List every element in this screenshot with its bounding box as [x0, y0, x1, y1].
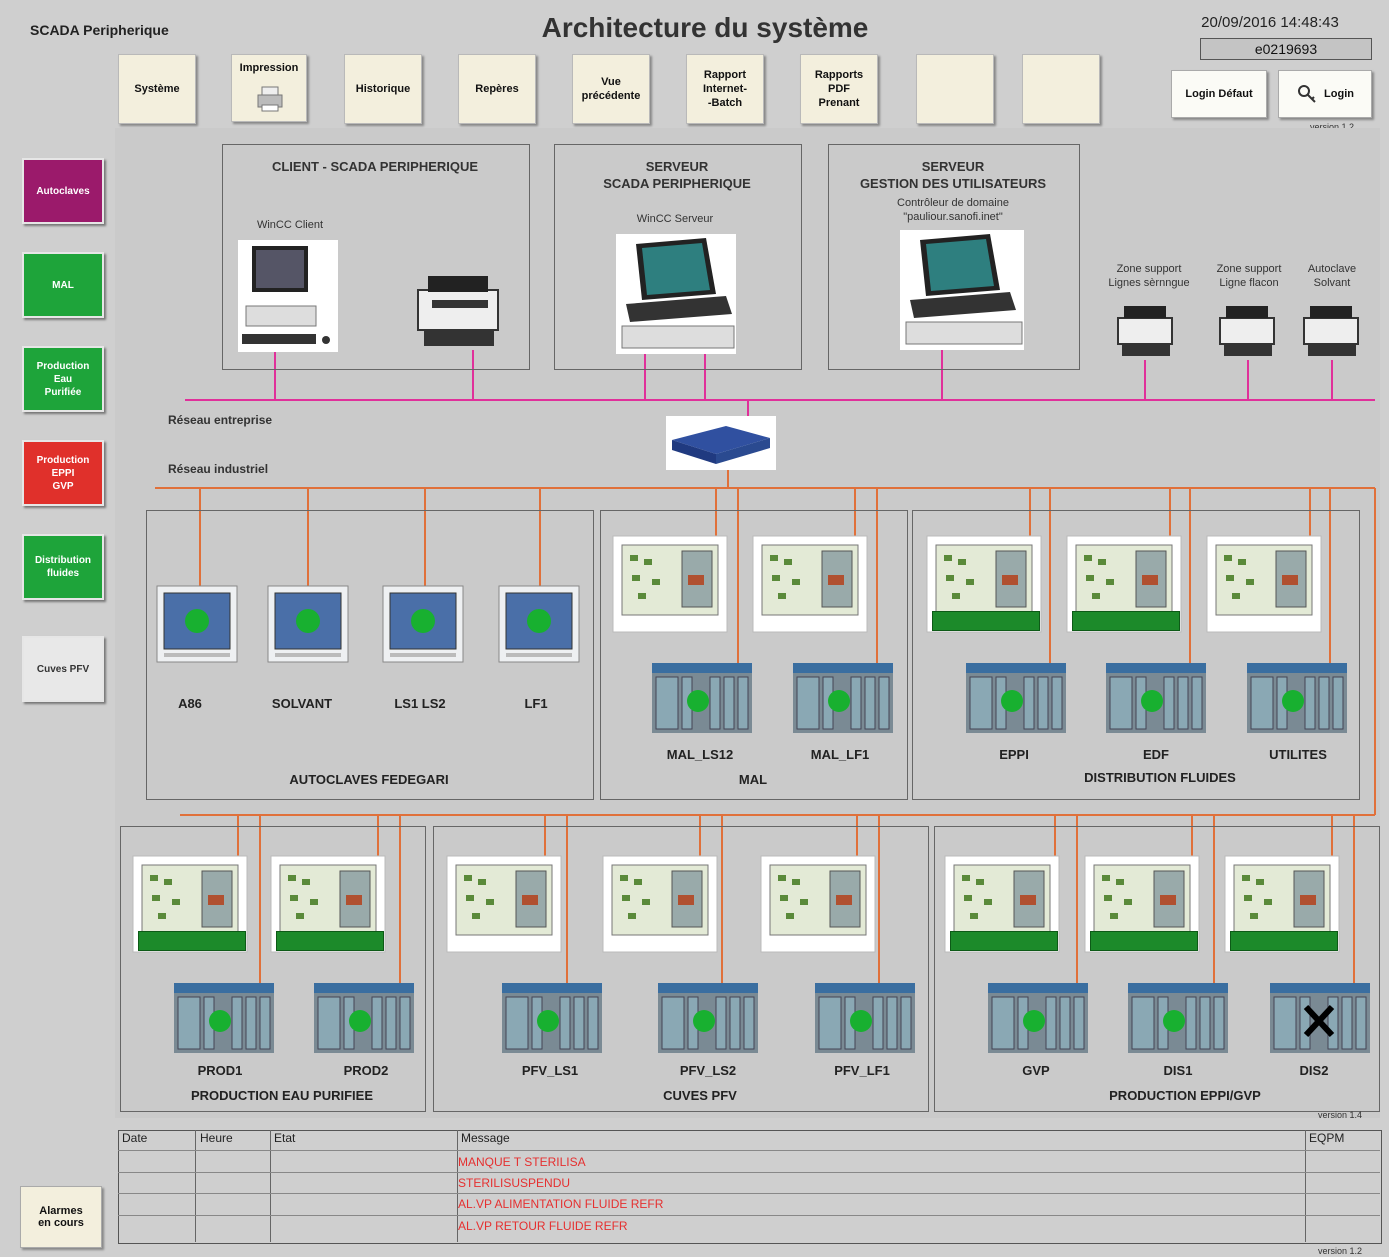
alarm-row-message[interactable]: MANQUE T STERILISA: [458, 1155, 586, 1169]
station-status-bar: [932, 611, 1040, 631]
wincc-client-label: WinCC Client: [256, 219, 323, 231]
mal-label-lf1: MAL_LF1: [810, 747, 870, 762]
alarm-col-date: Date: [122, 1131, 148, 1145]
cuve-label-ls1: PFV_LS1: [521, 1063, 579, 1078]
cuves-group-title: CUVES PFV: [663, 1088, 737, 1103]
mal-group-title: MAL: [738, 772, 768, 787]
users-server-icon[interactable]: [900, 230, 1024, 350]
dist-label-utilites: UTILITES: [1269, 747, 1327, 762]
eppi-label-dis1: DIS1: [1163, 1063, 1193, 1078]
alarms-in-progress-button[interactable]: Alarmes en cours: [20, 1186, 102, 1248]
station-status-bar: [1090, 931, 1198, 951]
cuve-label-ls2: PFV_LS2: [679, 1063, 737, 1078]
autoclave-label-ls1ls2: LS1 LS2: [394, 696, 446, 711]
network-switch-icon[interactable]: [666, 416, 776, 470]
mal-ls12-plc[interactable]: [652, 663, 752, 735]
autoclave-a86-panel[interactable]: [156, 585, 238, 670]
autoclave-label-lf1: LF1: [524, 696, 548, 711]
dist-eppi-plc[interactable]: [966, 663, 1066, 735]
station-status-bar: [138, 931, 246, 951]
prod2-plc[interactable]: [314, 983, 414, 1055]
gvp-plc[interactable]: [988, 983, 1088, 1055]
printer-zone2-icon[interactable]: [1214, 302, 1280, 360]
printer-zone3-icon[interactable]: [1298, 302, 1364, 360]
autoclave-lf1-panel[interactable]: [498, 585, 580, 670]
cuve-station-3[interactable]: [760, 855, 876, 960]
printer-zone1-label: Zone support Lignes sèrnngue: [1108, 263, 1190, 289]
production-eppi-group-title: PRODUCTION EPPI/GVP: [1109, 1088, 1261, 1103]
station-status-bar: [276, 931, 384, 951]
alarm-row-message[interactable]: AL.VP ALIMENTATION FLUIDE REFR: [458, 1197, 663, 1211]
autoclaves-group-title: AUTOCLAVES FEDEGARI: [289, 772, 449, 787]
client-pc-icon[interactable]: [238, 240, 338, 352]
prod1-plc[interactable]: [174, 983, 274, 1055]
client-box-title: CLIENT - SCADA PERIPHERIQUE: [271, 159, 479, 174]
server-laptop-icon[interactable]: [616, 234, 736, 354]
production-eau-group-title: PRODUCTION EAU PURIFIEE: [190, 1088, 373, 1103]
autoclave-ls1ls2-panel[interactable]: [382, 585, 464, 670]
version-label-bottom: version 1.2: [1318, 1246, 1363, 1256]
domain-controller-label: Contrôleur de domaine "pauliour.sanofi.i…: [897, 197, 1009, 223]
alarm-table[interactable]: [118, 1130, 1382, 1244]
alarm-col-heure: Heure: [200, 1131, 233, 1145]
prod-label-prod1: PROD1: [197, 1063, 243, 1078]
station-status-bar: [950, 931, 1058, 951]
autoclave-label-a86: A86: [178, 696, 202, 711]
wincc-server-label: WinCC Serveur: [636, 213, 714, 225]
autoclave-solvant-panel[interactable]: [267, 585, 349, 670]
alarm-col-eqpm: EQPM: [1309, 1131, 1345, 1145]
dis2-plc[interactable]: [1270, 983, 1370, 1055]
dist-label-edf: EDF: [1143, 747, 1169, 762]
pfv-lf1-plc[interactable]: [815, 983, 915, 1055]
cuve-station-1[interactable]: [446, 855, 562, 960]
alarm-row-message[interactable]: AL.VP RETOUR FLUIDE REFR: [458, 1219, 628, 1233]
pfv-ls1-plc[interactable]: [502, 983, 602, 1055]
version-label-mid: version 1.4: [1318, 1110, 1363, 1120]
cuve-station-2[interactable]: [602, 855, 718, 960]
dist-label-eppi: EPPI: [999, 747, 1029, 762]
dist-station-3[interactable]: [1206, 535, 1322, 640]
dist-utilites-plc[interactable]: [1247, 663, 1347, 735]
alarm-row-message[interactable]: STERILISUSPENDU: [458, 1176, 570, 1190]
alarm-col-etat: Etat: [274, 1131, 296, 1145]
mal-station-1[interactable]: [612, 535, 728, 640]
mal-lf1-plc[interactable]: [793, 663, 893, 735]
printer-zone3-label: Autoclave Solvant: [1307, 263, 1357, 289]
cuve-label-lf1: PFV_LF1: [834, 1063, 890, 1078]
prod-label-prod2: PROD2: [343, 1063, 389, 1078]
mal-station-2[interactable]: [752, 535, 868, 640]
alarm-col-message: Message: [461, 1131, 510, 1145]
dist-edf-plc[interactable]: [1106, 663, 1206, 735]
distribution-group-title: DISTRIBUTION FLUIDES: [1084, 770, 1236, 785]
enterprise-network-label: Réseau entreprise: [168, 413, 273, 427]
autoclave-label-solvant: SOLVANT: [271, 696, 333, 711]
station-status-bar: [1230, 931, 1338, 951]
industrial-network-label: Réseau industriel: [168, 462, 269, 476]
users-box-title: SERVEUR GESTION DES UTILISATEURS: [859, 159, 1047, 191]
mal-label-ls12: MAL_LS12: [666, 747, 734, 762]
client-printer-icon[interactable]: [408, 270, 506, 352]
eppi-label-gvp: GVP: [1022, 1063, 1050, 1078]
eppi-label-dis2: DIS2: [1299, 1063, 1329, 1078]
station-status-bar: [1072, 611, 1180, 631]
dis1-plc[interactable]: [1128, 983, 1228, 1055]
server-box-title: SERVEUR SCADA PERIPHERIQUE: [603, 159, 751, 191]
printer-zone2-label: Zone support Ligne flacon: [1216, 263, 1282, 289]
pfv-ls2-plc[interactable]: [658, 983, 758, 1055]
printer-zone1-icon[interactable]: [1112, 302, 1178, 360]
